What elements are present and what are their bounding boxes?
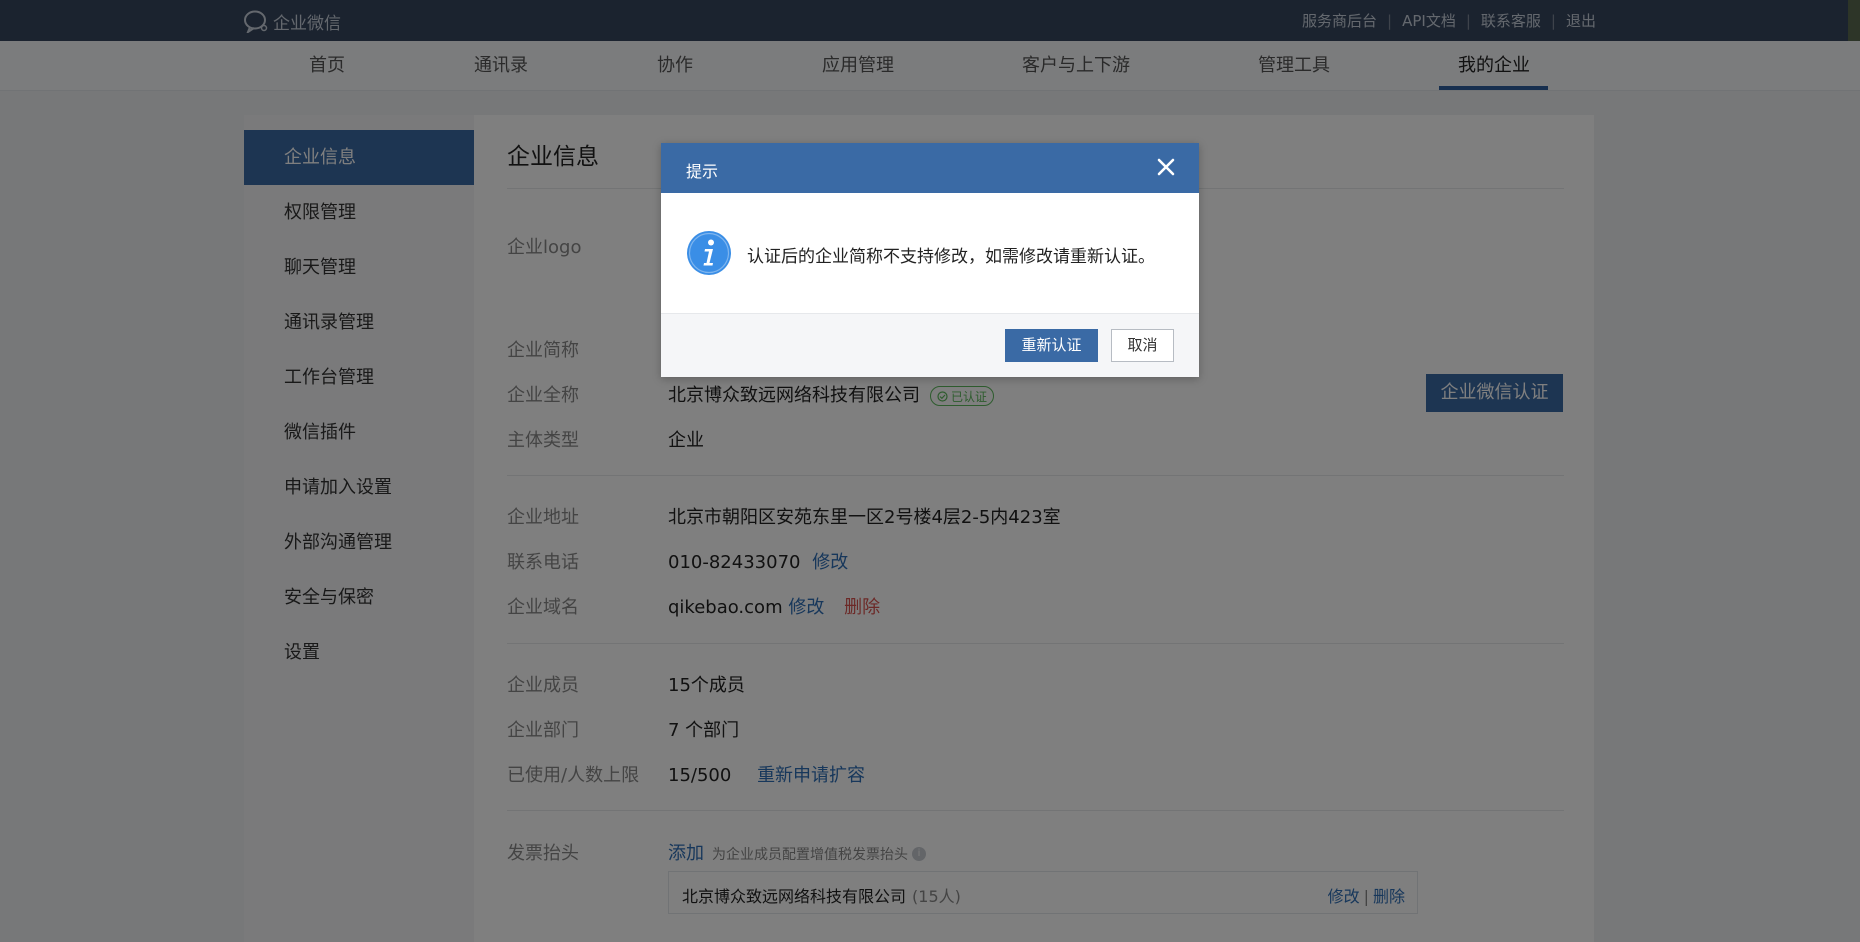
cancel-button[interactable]: 取消 (1111, 329, 1174, 362)
info-icon (687, 231, 731, 275)
modal-overlay[interactable] (0, 0, 1860, 942)
dialog-message: 认证后的企业简称不支持修改，如需修改请重新认证。 (747, 247, 1155, 267)
dialog-header: 提示 (661, 143, 1199, 193)
reauthenticate-button[interactable]: 重新认证 (1005, 329, 1098, 362)
close-icon[interactable] (1155, 156, 1177, 178)
dialog-title: 提示 (686, 162, 719, 181)
prompt-dialog: 提示 认证后的企业简称不支持修改，如需修改请重新认证。 重新认证 取消 (661, 143, 1199, 377)
